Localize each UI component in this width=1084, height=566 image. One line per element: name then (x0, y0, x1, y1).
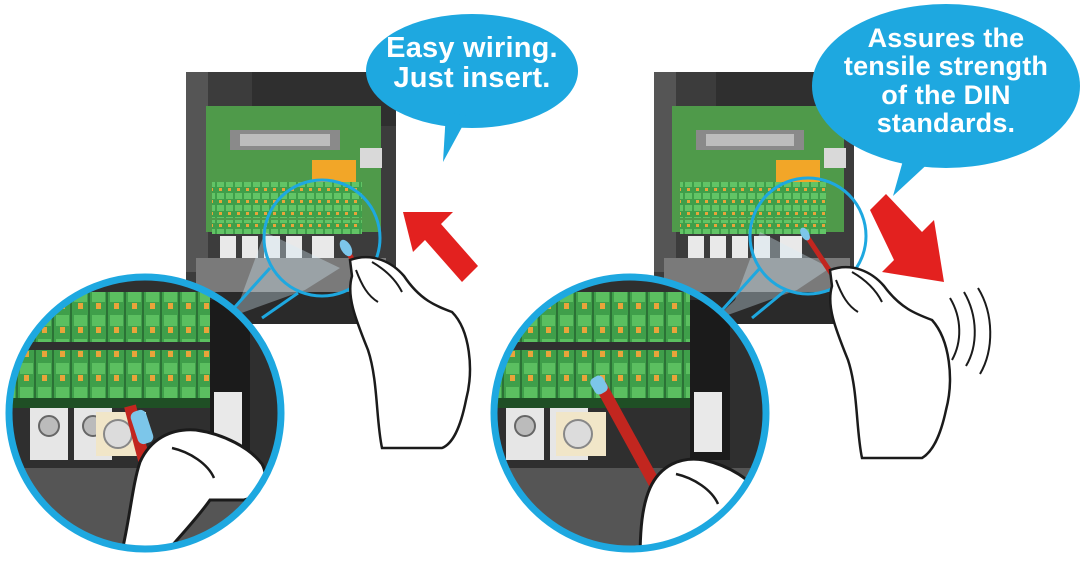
callout-line: Assures the (867, 23, 1025, 53)
direction-arrow (403, 212, 478, 282)
callout-line: Easy wiring. (386, 32, 558, 64)
callout-text-insert: Easy wiring. Just insert. (372, 33, 572, 94)
callout-line: Just insert. (393, 62, 551, 95)
hand-illustration (339, 239, 472, 450)
callout-line: tensile strength (843, 51, 1049, 82)
vibration-lines (949, 287, 992, 375)
callout-line: of the DIN (881, 79, 1011, 110)
direction-arrow (870, 194, 944, 282)
callout-text-tensile: Assures the tensile strength of the DIN … (832, 23, 1060, 139)
figure: Easy wiring. Just insert. Assures the te… (0, 0, 1084, 566)
callout-line: standards. (876, 108, 1016, 139)
